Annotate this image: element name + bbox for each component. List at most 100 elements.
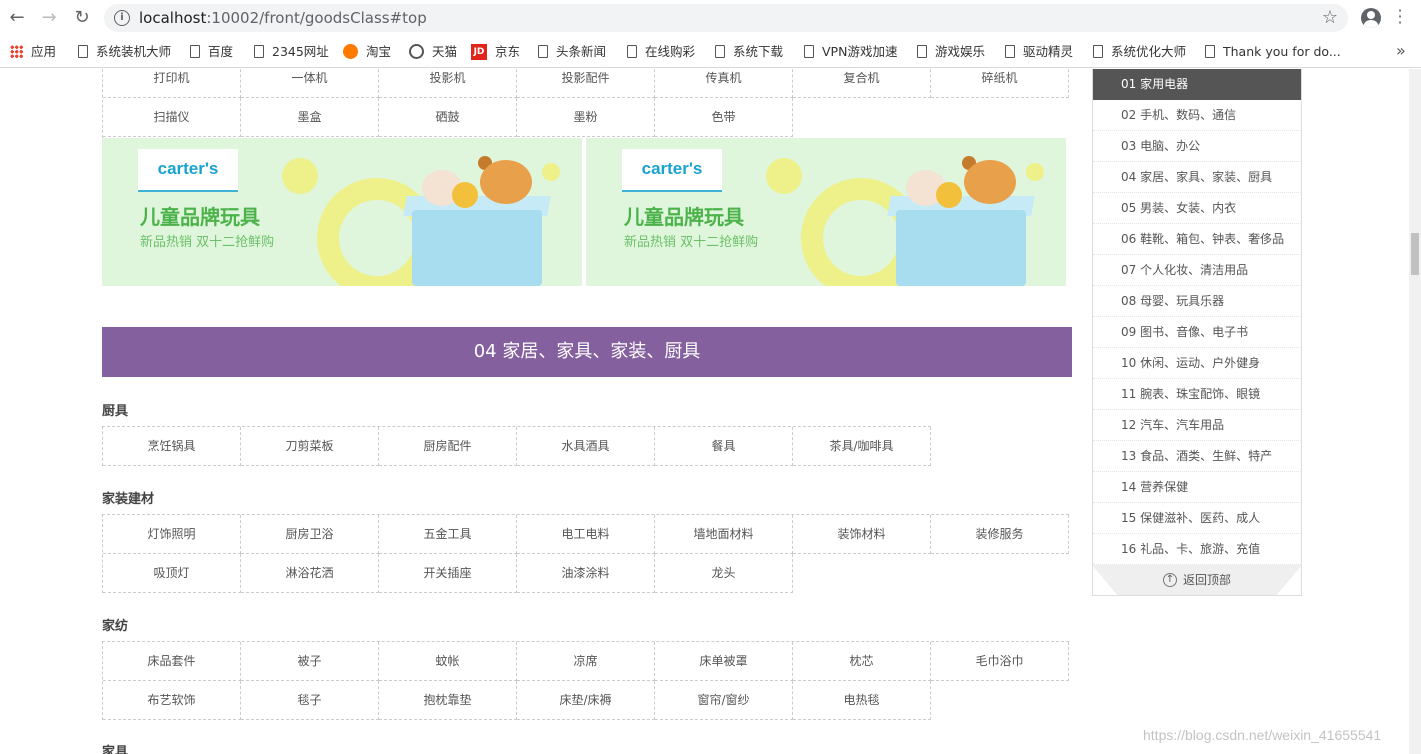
floor-nav-item[interactable]: 10 休闲、运动、户外健身: [1093, 348, 1301, 379]
floor-nav-item[interactable]: 02 手机、数码、通信: [1093, 100, 1301, 131]
category-link[interactable]: 开关插座: [379, 554, 517, 593]
category-link[interactable]: 床品套件: [103, 642, 241, 681]
category-link[interactable]: 复合机: [793, 69, 931, 98]
back-arrow-icon[interactable]: ←: [6, 7, 28, 29]
floor-nav-item[interactable]: 04 家居、家具、家装、厨具: [1093, 162, 1301, 193]
floor-nav: 01 家用电器 02 手机、数码、通信 03 电脑、办公 04 家居、家具、家装…: [1092, 69, 1302, 596]
bookmark-item[interactable]: 系统装机大师: [78, 43, 171, 61]
category-link[interactable]: 墙地面材料: [655, 515, 793, 554]
bookmark-item[interactable]: 系统优化大师: [1093, 43, 1186, 61]
category-header: 04 家居、家具、家装、厨具: [102, 327, 1072, 377]
category-link[interactable]: 枕芯: [793, 642, 931, 681]
bookmark-item[interactable]: 2345网址: [254, 43, 329, 61]
floor-nav-item[interactable]: 09 图书、音像、电子书: [1093, 317, 1301, 348]
bookmark-item[interactable]: 应用: [10, 43, 56, 61]
category-link[interactable]: 一体机: [241, 69, 379, 98]
category-link[interactable]: 毯子: [241, 681, 379, 720]
category-link[interactable]: 布艺软饰: [103, 681, 241, 720]
floor-nav-item[interactable]: 03 电脑、办公: [1093, 131, 1301, 162]
category-link[interactable]: 抱枕靠垫: [379, 681, 517, 720]
category-link[interactable]: 凉席: [517, 642, 655, 681]
category-link[interactable]: 烹饪锅具: [103, 427, 241, 466]
category-link[interactable]: 淋浴花洒: [241, 554, 379, 593]
category-link[interactable]: 墨粉: [517, 98, 655, 137]
category-link[interactable]: 打印机: [103, 69, 241, 98]
category-link[interactable]: 墨盒: [241, 98, 379, 137]
category-link[interactable]: 灯饰照明: [103, 515, 241, 554]
promo-banner[interactable]: carter's 儿童品牌玩具 新品热销 双十二抢鲜购: [102, 138, 582, 286]
reload-icon[interactable]: ↻: [71, 7, 93, 29]
category-link[interactable]: 厨房配件: [379, 427, 517, 466]
bookmark-item[interactable]: VPN游戏加速: [804, 43, 897, 61]
category-link[interactable]: 被子: [241, 642, 379, 681]
floor-nav-item[interactable]: 13 食品、酒类、生鲜、特产: [1093, 441, 1301, 472]
category-link[interactable]: 五金工具: [379, 515, 517, 554]
category-link[interactable]: 硒鼓: [379, 98, 517, 137]
address-bar[interactable]: i localhost:10002/front/goodsClass#top ☆: [104, 4, 1348, 32]
floor-nav-item[interactable]: 06 鞋靴、箱包、钟表、奢侈品: [1093, 224, 1301, 255]
promo-banner[interactable]: carter's 儿童品牌玩具 新品热销 双十二抢鲜购: [586, 138, 1066, 286]
category-link[interactable]: 蚊帐: [379, 642, 517, 681]
browser-menu-icon[interactable]: · · ·: [1397, 3, 1403, 31]
floor-nav-item[interactable]: 05 男装、女装、内衣: [1093, 193, 1301, 224]
floor-nav-item[interactable]: 11 腕表、珠宝配饰、眼镜: [1093, 379, 1301, 410]
page-icon: [1205, 45, 1215, 58]
bookmark-item[interactable]: 驱动精灵: [1005, 43, 1073, 61]
category-link[interactable]: 装修服务: [931, 515, 1069, 554]
bookmark-item[interactable]: 游戏娱乐: [917, 43, 985, 61]
bookmark-item[interactable]: 天猫: [409, 43, 457, 61]
category-link[interactable]: 吸顶灯: [103, 554, 241, 593]
floor-nav-item[interactable]: 14 营养保健: [1093, 472, 1301, 503]
site-info-icon[interactable]: i: [114, 10, 130, 26]
bookmark-star-icon[interactable]: ☆: [1322, 7, 1338, 28]
category-link[interactable]: 色带: [655, 98, 793, 137]
bookmarks-bar: 应用 系统装机大师 百度 2345网址 淘宝 天猫 JD 京东 头条新闻 在线购彩…: [0, 36, 1421, 68]
category-link[interactable]: 扫描仪: [103, 98, 241, 137]
bookmark-item[interactable]: 在线购彩: [627, 43, 695, 61]
category-link[interactable]: 装饰材料: [793, 515, 931, 554]
category-link[interactable]: 电热毯: [793, 681, 931, 720]
bookmark-item[interactable]: Thank you for do...: [1205, 43, 1341, 61]
account-icon[interactable]: [1361, 8, 1381, 28]
floor-nav-item[interactable]: 01 家用电器: [1093, 69, 1301, 100]
back-to-top-label: 返回顶部: [1182, 573, 1231, 587]
forward-arrow-icon[interactable]: →: [38, 7, 60, 29]
category-link[interactable]: 刀剪菜板: [241, 427, 379, 466]
page-icon: [804, 45, 814, 58]
arrow-up-circle-icon: ↑: [1162, 572, 1177, 587]
address-url[interactable]: localhost:10002/front/goodsClass#top: [139, 9, 427, 27]
category-link[interactable]: 毛巾浴巾: [931, 642, 1069, 681]
category-link[interactable]: 传真机: [655, 69, 793, 98]
page-icon: [1093, 45, 1103, 58]
brand-logo-text: carter's: [641, 159, 703, 178]
category-link[interactable]: 水具酒具: [517, 427, 655, 466]
bookmark-item[interactable]: 系统下载: [715, 43, 783, 61]
floor-nav-item[interactable]: 16 礼品、卡、旅游、充值: [1093, 534, 1301, 565]
floor-nav-item[interactable]: 12 汽车、汽车用品: [1093, 410, 1301, 441]
scrollbar-thumb[interactable]: [1411, 233, 1419, 275]
category-link[interactable]: 投影配件: [517, 69, 655, 98]
bookmark-item[interactable]: 百度: [190, 43, 233, 61]
more-bookmarks-icon[interactable]: »: [1396, 41, 1406, 60]
floor-nav-item[interactable]: 07 个人化妆、清洁用品: [1093, 255, 1301, 286]
category-link[interactable]: 窗帘/窗纱: [655, 681, 793, 720]
category-link[interactable]: 餐具: [655, 427, 793, 466]
floor-nav-item[interactable]: 08 母婴、玩具乐器: [1093, 286, 1301, 317]
back-to-top-button[interactable]: ↑ 返回顶部: [1092, 565, 1302, 595]
bookmark-item[interactable]: 头条新闻: [538, 43, 606, 61]
category-link[interactable]: 碎纸机: [931, 69, 1069, 98]
category-link[interactable]: 电工电料: [517, 515, 655, 554]
page-scrollbar[interactable]: [1409, 69, 1421, 754]
bookmark-item[interactable]: 淘宝: [343, 43, 391, 61]
category-link[interactable]: 油漆涂料: [517, 554, 655, 593]
category-link[interactable]: 龙头: [655, 554, 793, 593]
floor-nav-item[interactable]: 15 保健滋补、医药、成人: [1093, 503, 1301, 534]
category-link[interactable]: 床单被罩: [655, 642, 793, 681]
category-link[interactable]: 投影机: [379, 69, 517, 98]
category-link[interactable]: 茶具/咖啡具: [793, 427, 931, 466]
toy-image: [936, 182, 962, 208]
bookmark-item[interactable]: JD 京东: [471, 43, 520, 61]
category-link[interactable]: 床垫/床褥: [517, 681, 655, 720]
toy-image: [452, 182, 478, 208]
category-link[interactable]: 厨房卫浴: [241, 515, 379, 554]
